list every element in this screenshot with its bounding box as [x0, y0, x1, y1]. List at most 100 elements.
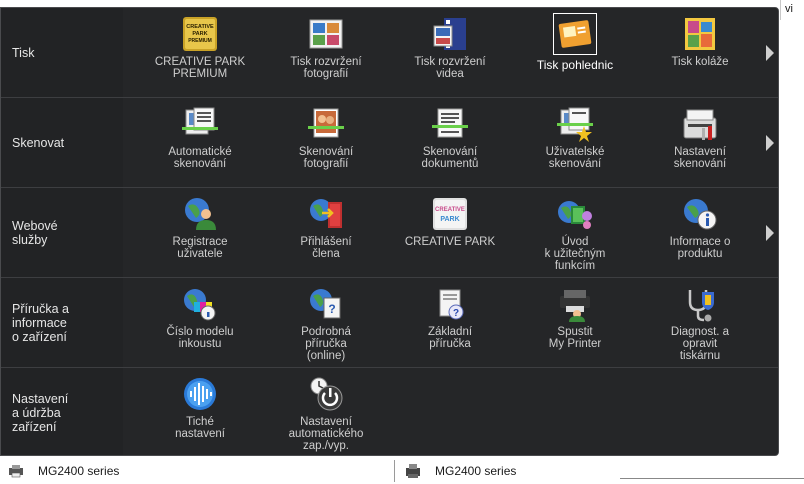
creative-park-premium-icon: CREATIVEPARKPREMIUM	[183, 17, 217, 51]
category-label[interactable]: Nastavení a údržba zařízení	[1, 368, 123, 455]
menu-item-label: Nastavení automatického zap./vyp.	[288, 416, 364, 452]
next-arrow-icon[interactable]	[766, 225, 774, 241]
menu-item-label: Skenování dokumentů	[421, 146, 479, 170]
menu-item-label: Podrobná příručka (online)	[301, 326, 351, 362]
menu-item[interactable]: Informace o produktu	[638, 196, 762, 276]
category-label[interactable]: Skenovat	[1, 98, 123, 187]
menu-item-label: Diagnost. a opravit tiskárnu	[670, 326, 730, 362]
menu-item-label: Informace o produktu	[669, 236, 731, 260]
svg-text:?: ?	[453, 308, 459, 319]
menu-item[interactable]: Diagnost. a opravit tiskárnu	[638, 286, 762, 366]
postcard-icon	[558, 20, 592, 48]
taskbar-item-printer-2[interactable]: MG2400 series	[405, 458, 516, 484]
menu-item-label: Tiché nastavení	[175, 416, 225, 440]
taskbar-separator	[394, 460, 395, 482]
auto-power-icon	[310, 377, 343, 411]
printer-icon	[9, 465, 23, 478]
menu-item[interactable]: Automatické skenování	[138, 106, 262, 186]
scan-settings-icon	[683, 109, 717, 140]
menu-item[interactable]: Registrace uživatele	[138, 196, 262, 276]
category-items: Tiché nastavení Nastavení automatického z…	[123, 368, 778, 455]
my-printer-icon	[560, 290, 590, 322]
menu-row: Webové služby Registrace uživatele Přihláš…	[1, 188, 778, 278]
diagnose-icon	[688, 290, 714, 322]
icon-wrap	[264, 16, 388, 52]
icon-wrap	[138, 376, 262, 412]
menu-item-label: Tisk pohlednic	[536, 58, 614, 72]
menu-item-label: CREATIVE PARK	[404, 236, 496, 248]
menu-item[interactable]: Nastavení skenování	[638, 106, 762, 186]
icon-wrap	[638, 196, 762, 232]
category-items: Automatické skenování Skenování fotografi…	[123, 98, 778, 187]
next-arrow-icon[interactable]	[766, 135, 774, 151]
icon-wrap: ?	[264, 286, 388, 322]
icon-wrap	[513, 196, 637, 232]
icon-wrap	[388, 106, 512, 142]
svg-text:PARK: PARK	[192, 31, 207, 37]
menu-item-label: Nastavení skenování	[673, 146, 727, 170]
category-label[interactable]: Webové služby	[1, 188, 123, 277]
window-edge	[620, 478, 804, 484]
menu-item-label: Úvod k užitečným funkcím	[544, 236, 606, 272]
icon-wrap: CREATIVE PARK PREMIUM	[138, 16, 262, 52]
menu-item-label: Číslo modelu inkoustu	[166, 326, 234, 350]
category-items: CREATIVE PARK PREMIUM CREATIVE PARK PREMIUM…	[123, 8, 778, 97]
selection-frame	[553, 13, 597, 55]
icon-wrap: ?	[388, 286, 512, 322]
quick-menu-panel: Tisk CREATIVE PARK PREMIUM CREATIVE PARK PRE…	[0, 7, 779, 456]
menu-row: Nastavení a údržba zařízení Tiché nastave…	[1, 368, 778, 455]
menu-item[interactable]: Skenování dokumentů	[388, 106, 512, 186]
menu-row: Skenovat Automatické skenování Skenování f…	[1, 98, 778, 188]
menu-item-label: Tisk koláže	[671, 56, 729, 68]
menu-item-label: Přihlášení člena	[300, 236, 352, 260]
menu-item[interactable]: Tisk rozvržení videa	[388, 16, 512, 96]
menu-row: Tisk CREATIVE PARK PREMIUM CREATIVE PARK PRE…	[1, 8, 778, 98]
menu-item[interactable]: Číslo modelu inkoustu	[138, 286, 262, 366]
ink-model-icon	[184, 289, 216, 321]
menu-item[interactable]: Spustit My Printer	[513, 286, 637, 366]
creative-park-icon: CREATIVE PARK	[433, 198, 467, 230]
menu-item[interactable]: Skenování fotografií	[264, 106, 388, 186]
icon-wrap: CREATIVE PARK	[388, 196, 512, 232]
menu-item[interactable]: Tisk pohlednic	[513, 13, 637, 96]
menu-item[interactable]: Tisk koláže	[638, 16, 762, 96]
menu-item-label: Základní příručka	[427, 326, 473, 350]
next-arrow-icon[interactable]	[766, 45, 774, 61]
menu-item[interactable]: Uživatelské skenování	[513, 106, 637, 186]
menu-item[interactable]: Přihlášení člena	[264, 196, 388, 276]
taskbar-item-printer-1[interactable]: MG2400 series	[8, 458, 119, 484]
icon-wrap	[264, 376, 388, 412]
menu-item[interactable]: Úvod k užitečným funkcím	[513, 196, 637, 276]
icon-wrap	[638, 286, 762, 322]
icon-wrap	[388, 16, 512, 52]
icon-wrap	[513, 286, 637, 322]
svg-text:?: ?	[328, 302, 335, 316]
menu-item-label: Tisk rozvržení videa	[414, 56, 486, 80]
photo-layout-icon	[309, 19, 343, 49]
menu-item[interactable]: Nastavení automatického zap./vyp.	[264, 376, 388, 455]
menu-item-label: Automatické skenování	[168, 146, 232, 170]
basic-guide-icon: ?	[439, 289, 464, 320]
menu-item-label: Tisk rozvržení fotografií	[290, 56, 362, 80]
taskbar-label: MG2400 series	[435, 464, 517, 478]
user-registration-icon	[185, 198, 216, 230]
product-info-icon	[684, 199, 717, 230]
menu-item-label: Uživatelské skenování	[545, 146, 605, 170]
category-label[interactable]: Příručka a informace o zařízení	[1, 278, 123, 367]
member-login-icon	[310, 199, 342, 228]
menu-item[interactable]: Tisk rozvržení fotografií	[264, 16, 388, 96]
photo-scan-icon	[308, 108, 344, 138]
menu-item[interactable]: ? Podrobná příručka (online)	[264, 286, 388, 366]
menu-item-label: Skenování fotografií	[298, 146, 354, 170]
document-scan-icon	[432, 108, 468, 138]
icon-wrap	[138, 106, 262, 142]
auto-scan-icon	[182, 107, 218, 135]
corner-tab[interactable]: vi	[780, 0, 804, 20]
menu-item[interactable]: Tiché nastavení	[138, 376, 262, 455]
category-label[interactable]: Tisk	[1, 8, 123, 97]
category-items: Registrace uživatele Přihlášení člena CREA…	[123, 188, 778, 277]
menu-item[interactable]: ? Základní příručka	[388, 286, 512, 366]
menu-item[interactable]: CREATIVE PARK CREATIVE PARK	[388, 196, 512, 276]
menu-item[interactable]: CREATIVE PARK PREMIUM CREATIVE PARK PREMIUM	[138, 16, 262, 96]
icon-wrap	[638, 16, 762, 52]
